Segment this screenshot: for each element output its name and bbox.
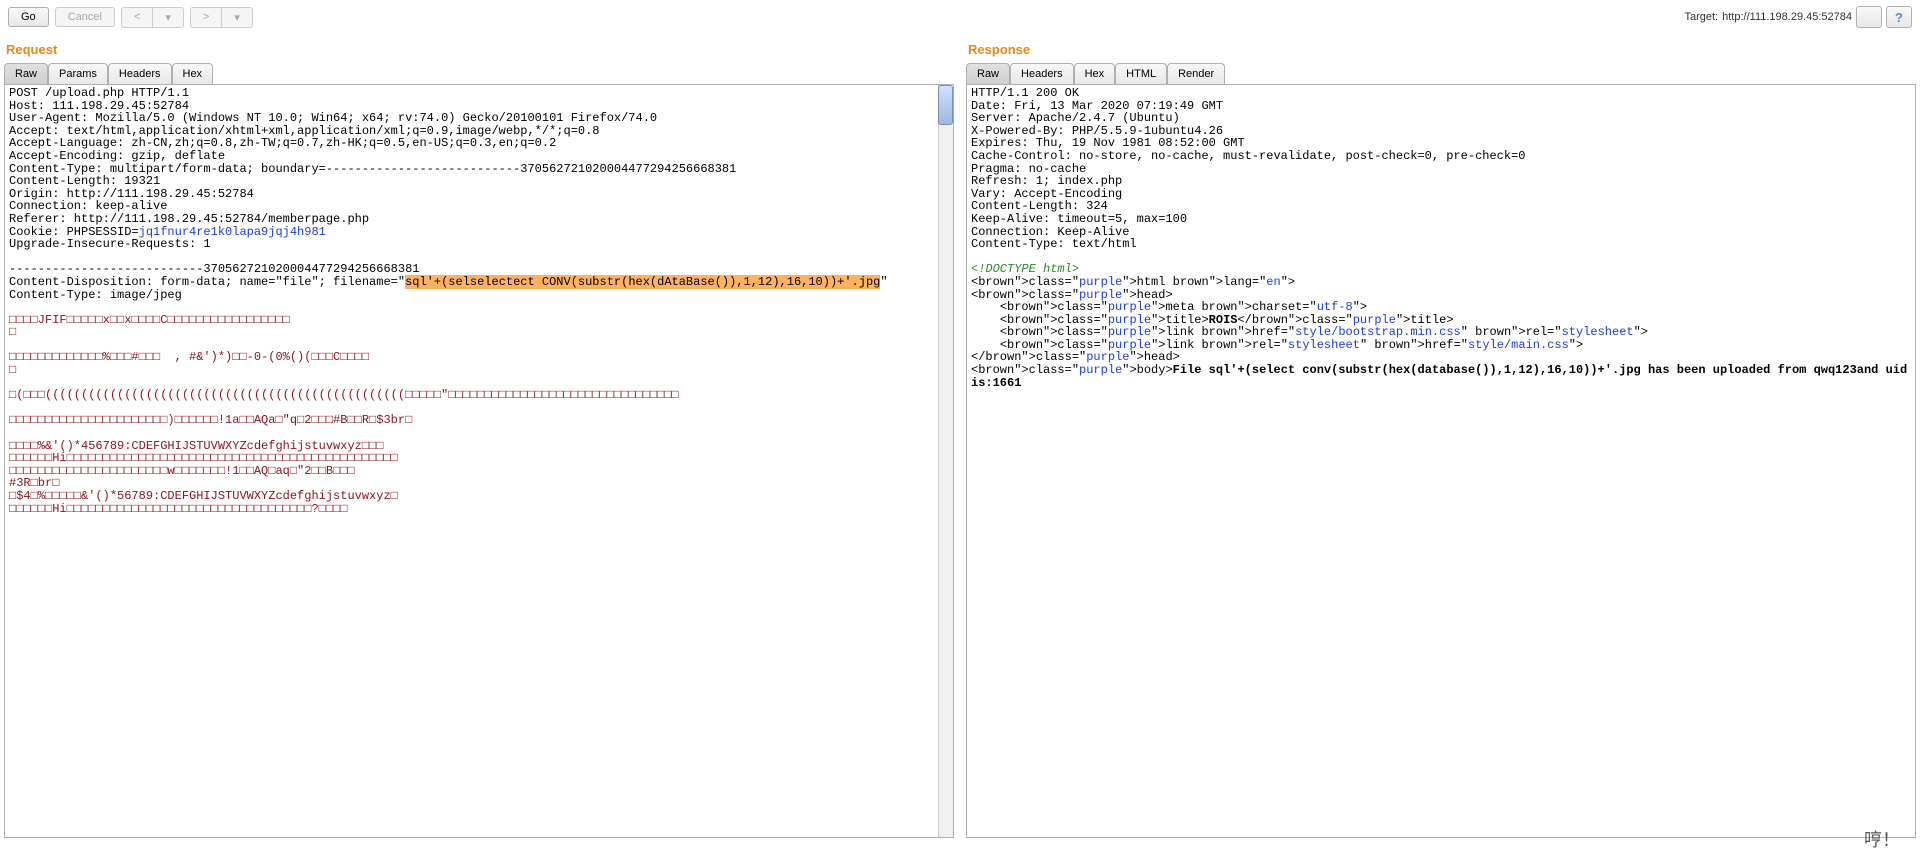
cancel-button: Cancel	[55, 7, 115, 27]
edit-target-button[interactable]	[1856, 6, 1882, 28]
tab-params[interactable]: Params	[48, 63, 108, 84]
response-title: Response	[962, 34, 1920, 63]
history-forward-menu: ▾	[222, 7, 253, 28]
corner-splash: 哼！	[1864, 826, 1900, 852]
history-back-button: <	[121, 7, 153, 28]
help-button[interactable]: ?	[1886, 6, 1912, 28]
scrollbar-thumb[interactable]	[938, 85, 953, 125]
go-button[interactable]: Go	[8, 7, 49, 27]
request-title: Request	[0, 34, 958, 63]
tab-raw[interactable]: Raw	[4, 63, 48, 84]
question-icon: ?	[1895, 10, 1903, 25]
response-content[interactable]: HTTP/1.1 200 OK Date: Fri, 13 Mar 2020 0…	[966, 84, 1916, 838]
history-forward-group: > ▾	[190, 7, 253, 28]
response-panel: Response Raw Headers Hex HTML Render HTT…	[962, 34, 1920, 838]
toolbar: Go Cancel < ▾ > ▾ Target: http://111.198…	[0, 0, 1920, 34]
tab-raw-resp[interactable]: Raw	[966, 63, 1010, 84]
tab-headers-resp[interactable]: Headers	[1010, 63, 1074, 84]
response-tabs: Raw Headers Hex HTML Render	[962, 63, 1920, 84]
tab-html-resp[interactable]: HTML	[1115, 63, 1167, 84]
request-panel: Request Raw Params Headers Hex POST /upl…	[0, 34, 962, 838]
target-url: http://111.198.29.45:52784	[1722, 11, 1852, 23]
tab-render-resp[interactable]: Render	[1167, 63, 1225, 84]
panels: Request Raw Params Headers Hex POST /upl…	[0, 34, 1920, 838]
target-display: Target: http://111.198.29.45:52784 ?	[1684, 6, 1912, 28]
history-back-menu: ▾	[153, 7, 184, 28]
tab-hex-resp[interactable]: Hex	[1074, 63, 1116, 84]
request-content[interactable]: POST /upload.php HTTP/1.1 Host: 111.198.…	[4, 84, 954, 838]
history-forward-button: >	[190, 7, 222, 28]
request-tabs: Raw Params Headers Hex	[0, 63, 958, 84]
history-back-group: < ▾	[121, 7, 184, 28]
tab-hex[interactable]: Hex	[172, 63, 214, 84]
target-label: Target:	[1684, 11, 1718, 23]
scrollbar-track[interactable]	[938, 85, 953, 837]
tab-headers[interactable]: Headers	[108, 63, 172, 84]
